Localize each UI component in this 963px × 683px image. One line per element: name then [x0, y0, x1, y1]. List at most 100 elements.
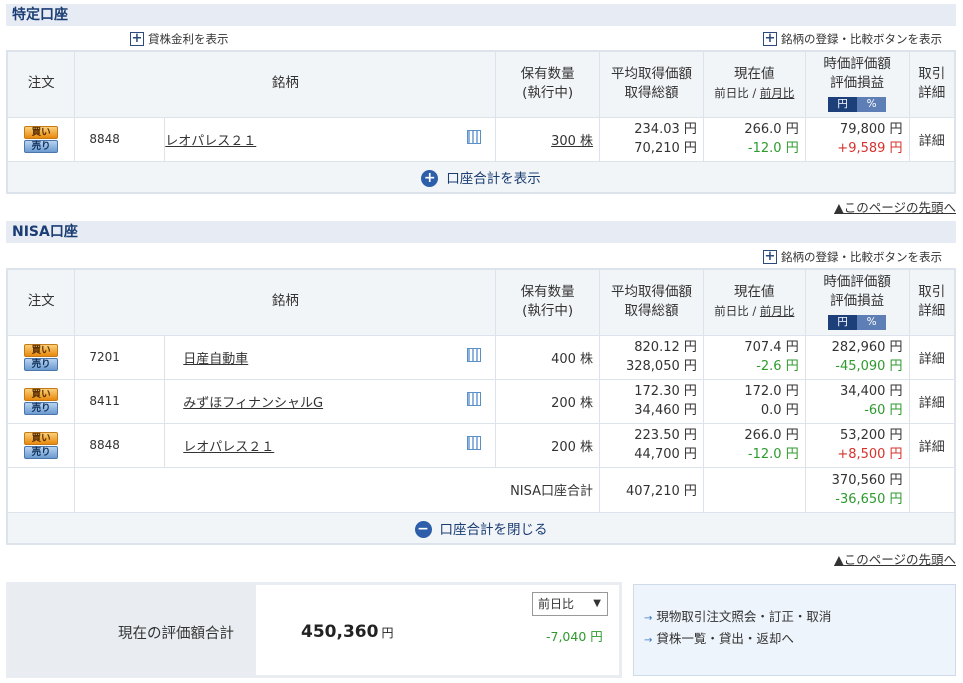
- show-account-total-label: 口座合計を表示: [446, 170, 541, 187]
- hide-account-total-label: 口座合計を閉じる: [439, 521, 548, 538]
- detail-link[interactable]: 詳細: [908, 422, 956, 468]
- lending-list-link[interactable]: → 貸株一覧・貸出・返却へ: [644, 629, 955, 651]
- prev-month-link[interactable]: 前月比: [760, 86, 795, 100]
- avg-price: 820.12 円: [634, 340, 697, 355]
- calculator-icon[interactable]: [467, 435, 482, 450]
- nisa-total-value: 370,560 円: [831, 472, 903, 488]
- col-trade: 取引 詳細: [908, 50, 956, 118]
- order-buttons: 買い 売り: [6, 116, 76, 162]
- eval-cell: 79,800 円 +9,589 円: [804, 116, 910, 162]
- table-header-row: 注文 銘柄 保有数量 (執行中) 平均取得価額 取得総額 現在値 前日比 / 前月比 …: [6, 268, 956, 336]
- total-cost: 70,210 円: [634, 141, 697, 156]
- order-buttons: 買い 売り: [6, 378, 76, 424]
- table-row: 買い 売り 8848 レオパレス２１ 300 株 234.03 円 70,210 …: [6, 116, 956, 162]
- profit-loss: +9,589 円: [837, 141, 903, 156]
- stock-code: 7201: [74, 334, 166, 380]
- stock-name-link[interactable]: レオパレス２１: [183, 440, 274, 455]
- eval-cell: 34,400 円 -60 円: [804, 378, 910, 424]
- calculator-icon[interactable]: [467, 129, 482, 144]
- nisa-total-row: NISA口座合計 407,210 円 370,560 円 -36,650 円: [6, 466, 956, 513]
- sell-button[interactable]: 売り: [24, 445, 59, 459]
- stock-code: 8411: [74, 378, 166, 424]
- stock-name-link[interactable]: 日産自動車: [183, 352, 248, 367]
- summary-value-panel: 450,360 円 前日比 ▼ -7,040 円: [256, 585, 619, 675]
- buy-button[interactable]: 買い: [24, 387, 59, 401]
- sell-button[interactable]: 売り: [24, 401, 59, 415]
- col-order: 注文: [6, 50, 76, 118]
- current-price: 172.0 円: [744, 384, 799, 399]
- prev-month-link[interactable]: 前月比: [760, 304, 795, 318]
- stock-name-cell: レオパレス２１: [164, 422, 497, 468]
- table-row: 買い 売り 7201 日産自動車 400 株 820.12 円 328,050 円…: [6, 334, 956, 380]
- plus-icon: +: [763, 249, 777, 264]
- show-compare-button-link[interactable]: + 銘柄の登録・比較ボタンを表示: [763, 31, 942, 47]
- toggle-percent[interactable]: %: [857, 97, 887, 113]
- order-inquiry-link[interactable]: → 現物取引注文照会・訂正・取消: [644, 607, 955, 629]
- nisa-total-pl: -36,650 円: [835, 491, 903, 507]
- arrow-right-icon: →: [644, 635, 653, 646]
- stock-name-link[interactable]: レオパレス２１: [165, 134, 256, 149]
- stock-code: 8848: [74, 422, 166, 468]
- sell-button[interactable]: 売り: [24, 139, 59, 153]
- avg-price: 172.30 円: [634, 384, 697, 399]
- price-cell: 266.0 円 -12.0 円: [702, 422, 806, 468]
- price-cell: 266.0 円 -12.0 円: [702, 116, 806, 162]
- plus-icon: +: [763, 31, 777, 46]
- toggle-yen[interactable]: 円: [828, 97, 858, 113]
- col-trade: 取引 詳細: [908, 268, 956, 336]
- col-eval: 時価評価額 評価損益 円%: [804, 50, 910, 118]
- current-price: 707.4 円: [744, 340, 799, 355]
- stock-code: 8848: [74, 116, 166, 162]
- order-buttons: 買い 売り: [6, 422, 76, 468]
- price-change: -2.6 円: [756, 359, 799, 374]
- sell-button[interactable]: 売り: [24, 357, 59, 371]
- buy-button[interactable]: 買い: [24, 343, 59, 357]
- col-avg: 平均取得価額 取得総額: [599, 268, 704, 336]
- detail-link[interactable]: 詳細: [908, 378, 956, 424]
- page-top-link[interactable]: ▲このページの先頭へ: [834, 197, 956, 216]
- stock-name-link[interactable]: みずほフィナンシャルG: [183, 396, 323, 411]
- hide-account-total-row[interactable]: − 口座合計を閉じる: [6, 511, 956, 545]
- total-cost: 44,700 円: [634, 447, 697, 462]
- detail-link[interactable]: 詳細: [908, 116, 956, 162]
- profit-loss: -45,090 円: [835, 359, 903, 374]
- qty-cell: 200 株: [495, 378, 601, 424]
- nisa-total-eval: 370,560 円 -36,650 円: [804, 466, 910, 513]
- yen-percent-toggle[interactable]: 円%: [828, 315, 887, 331]
- market-value: 79,800 円: [839, 122, 903, 137]
- toggle-yen[interactable]: 円: [828, 315, 858, 331]
- buy-button[interactable]: 買い: [24, 431, 59, 445]
- buy-button[interactable]: 買い: [24, 125, 59, 139]
- page-top-link[interactable]: ▲このページの先頭へ: [834, 549, 956, 568]
- dropdown-caret-icon: ▼: [593, 598, 601, 609]
- toggle-percent[interactable]: %: [857, 315, 887, 331]
- related-links-panel: → 現物取引注文照会・訂正・取消 → 貸株一覧・貸出・返却へ: [633, 584, 956, 676]
- qty-cell: 400 株: [495, 334, 601, 380]
- total-cost: 34,460 円: [634, 403, 697, 418]
- calculator-icon[interactable]: [467, 347, 482, 362]
- show-compare-button-link-nisa[interactable]: + 銘柄の登録・比較ボタンを表示: [763, 249, 942, 265]
- eval-cell: 53,200 円 +8,500 円: [804, 422, 910, 468]
- nisa-total-label: NISA口座合計: [74, 466, 601, 513]
- market-value: 282,960 円: [831, 340, 903, 355]
- table-row: 買い 売り 8848 レオパレス２１ 200 株 223.50 円 44,700 …: [6, 422, 956, 468]
- stock-name-cell: レオパレス２１: [164, 116, 497, 162]
- price-cell: 707.4 円 -2.6 円: [702, 334, 806, 380]
- qty-link[interactable]: 300 株: [551, 134, 593, 149]
- total-valuation-value: 450,360 円: [301, 622, 394, 642]
- col-price: 現在値 前日比 / 前月比: [702, 50, 806, 118]
- table-header-row: 注文 銘柄 保有数量 (執行中) 平均取得価額 取得総額 現在値 前日比 / 前月比 …: [6, 50, 956, 118]
- avg-price: 234.03 円: [634, 122, 697, 137]
- market-value: 34,400 円: [839, 384, 903, 399]
- profit-loss: +8,500 円: [837, 447, 903, 462]
- show-account-total-row[interactable]: + 口座合計を表示: [6, 160, 956, 194]
- compare-period-select[interactable]: 前日比 ▼: [532, 592, 608, 616]
- price-change: -12.0 円: [747, 447, 799, 462]
- table-row: 買い 売り 8411 みずほフィナンシャルG 200 株 172.30 円 34,…: [6, 378, 956, 424]
- show-lending-rate-link[interactable]: + 貸株金利を表示: [130, 31, 229, 47]
- yen-percent-toggle[interactable]: 円%: [828, 97, 887, 113]
- total-valuation-label: 現在の評価額合計: [118, 626, 234, 642]
- detail-link[interactable]: 詳細: [908, 334, 956, 380]
- col-name: 銘柄: [74, 268, 497, 336]
- calculator-icon[interactable]: [467, 391, 482, 406]
